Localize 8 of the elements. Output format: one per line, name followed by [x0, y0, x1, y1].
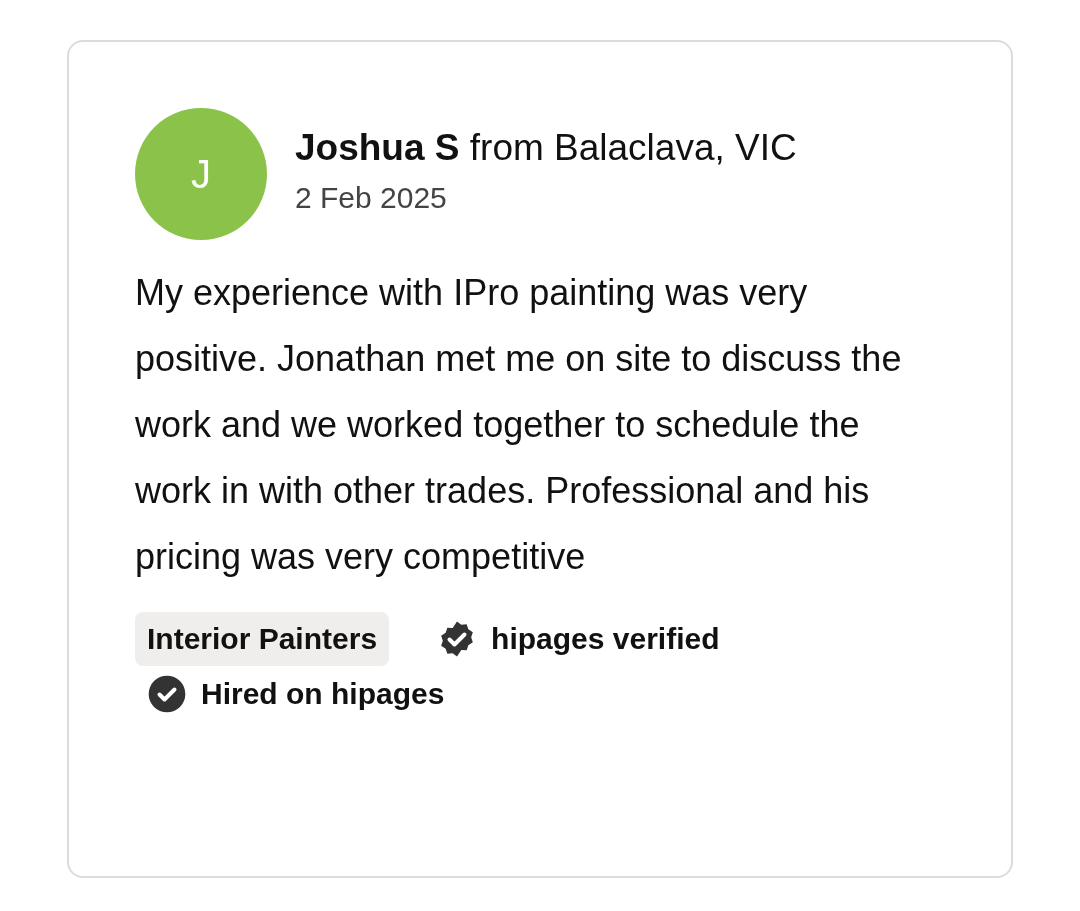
check-circle-icon [147, 674, 187, 714]
category-tag: Interior Painters [135, 612, 390, 666]
reviewer-name: Joshua S from Balaclava, VIC [295, 127, 797, 169]
review-text: My experience with IPro painting was very positive. Jonathan met me on site to discuss the work and we worked together to schedule the work in with other trades. Professional and his pricing was very competitive [135, 271, 903, 579]
badge-label: hipages verified [491, 622, 720, 656]
review-date: 2 Feb 2025 [295, 181, 448, 215]
badge-label: Hired on hipages [201, 677, 445, 711]
avatar: J [135, 108, 267, 240]
